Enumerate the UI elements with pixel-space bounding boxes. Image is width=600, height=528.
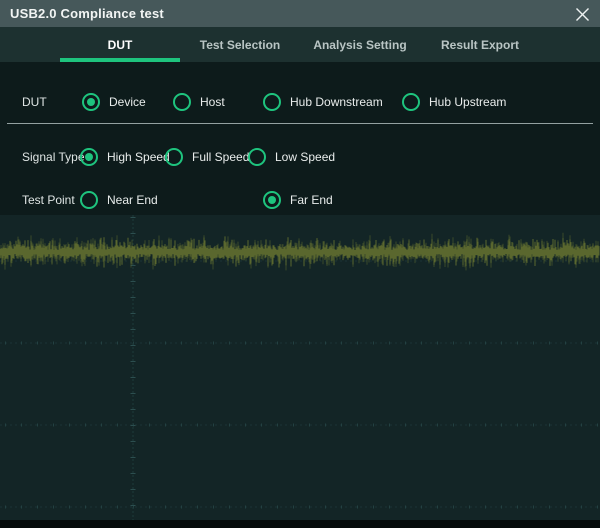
radio-near-end[interactable]: Near End <box>80 191 158 209</box>
radio-high-speed-label: High Speed <box>107 150 170 164</box>
signal-type-row: Signal Type High Speed Full Speed Low Sp… <box>0 143 600 171</box>
radio-high-speed[interactable]: High Speed <box>80 148 170 166</box>
tab-test-selection[interactable]: Test Selection <box>180 27 300 62</box>
test-point-row-label: Test Point <box>22 193 75 207</box>
dialog-title: USB2.0 Compliance test <box>10 6 164 21</box>
radio-circle-icon <box>173 93 191 111</box>
dut-row-label: DUT <box>22 95 47 109</box>
tab-result-export-label: Result Export <box>441 38 519 52</box>
radio-circle-icon <box>248 148 266 166</box>
dut-row: DUT Device Host Hub Downstream Hub Upstr… <box>0 88 600 116</box>
radio-host-label: Host <box>200 95 225 109</box>
tab-bar: DUT Test Selection Analysis Setting Resu… <box>0 27 600 62</box>
radio-hub-upstream-label: Hub Upstream <box>429 95 506 109</box>
waveform-trace <box>0 236 599 267</box>
radio-low-speed-label: Low Speed <box>275 150 335 164</box>
radio-host[interactable]: Host <box>173 93 225 111</box>
tab-dut-label: DUT <box>108 38 133 52</box>
tab-test-selection-label: Test Selection <box>200 38 280 52</box>
tab-analysis-setting[interactable]: Analysis Setting <box>300 27 420 62</box>
radio-device[interactable]: Device <box>82 93 146 111</box>
tab-analysis-setting-label: Analysis Setting <box>313 38 406 52</box>
radio-near-end-label: Near End <box>107 193 158 207</box>
radio-far-end[interactable]: Far End <box>263 191 333 209</box>
close-icon[interactable] <box>572 5 592 23</box>
radio-circle-icon <box>80 148 98 166</box>
radio-circle-icon <box>165 148 183 166</box>
test-point-row: Test Point Near End Far End <box>0 186 600 214</box>
usb-compliance-dialog: USB2.0 Compliance test DUT Test Selectio… <box>0 0 600 528</box>
radio-circle-icon <box>402 93 420 111</box>
bottom-strip <box>0 520 600 528</box>
section-divider <box>7 123 593 124</box>
scope-display <box>0 215 600 520</box>
radio-hub-downstream-label: Hub Downstream <box>290 95 383 109</box>
tab-result-export[interactable]: Result Export <box>420 27 540 62</box>
scope-graticule-svg <box>0 215 600 520</box>
radio-device-label: Device <box>109 95 146 109</box>
radio-hub-upstream[interactable]: Hub Upstream <box>402 93 506 111</box>
tab-dut[interactable]: DUT <box>60 27 180 62</box>
radio-circle-icon <box>82 93 100 111</box>
dialog-titlebar: USB2.0 Compliance test <box>0 0 600 27</box>
dialog-content: DUT Device Host Hub Downstream Hub Upstr… <box>0 62 600 215</box>
radio-far-end-label: Far End <box>290 193 333 207</box>
radio-full-speed[interactable]: Full Speed <box>165 148 249 166</box>
radio-low-speed[interactable]: Low Speed <box>248 148 335 166</box>
radio-full-speed-label: Full Speed <box>192 150 249 164</box>
signal-type-row-label: Signal Type <box>22 150 85 164</box>
radio-circle-icon <box>263 93 281 111</box>
radio-circle-icon <box>263 191 281 209</box>
radio-hub-downstream[interactable]: Hub Downstream <box>263 93 383 111</box>
radio-circle-icon <box>80 191 98 209</box>
